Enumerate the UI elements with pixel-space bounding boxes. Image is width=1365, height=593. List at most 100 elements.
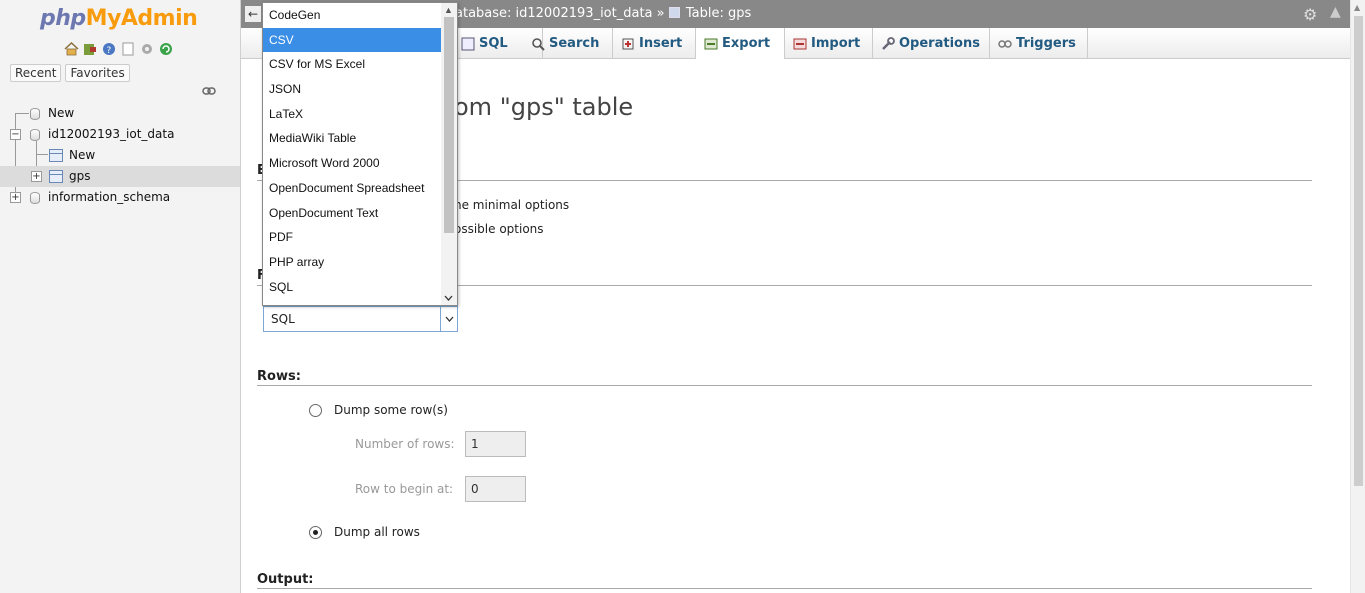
number-of-rows-label: Number of rows: <box>355 437 455 451</box>
recent-favorites-tabs: Recent Favorites <box>10 64 130 82</box>
page-scrollbar[interactable]: ▲ <box>1350 0 1365 593</box>
reload-icon[interactable] <box>158 41 174 57</box>
tab-label: Insert <box>639 36 683 51</box>
format-option-json[interactable]: JSON <box>263 77 441 102</box>
dump-all-rows-radio[interactable] <box>309 526 322 539</box>
wrench-icon <box>880 36 896 52</box>
logo-my-text: My <box>85 6 122 31</box>
docs-icon[interactable] <box>120 41 136 57</box>
format-option-csv[interactable]: CSV <box>263 27 441 53</box>
row-begin-label: Row to begin at: <box>355 482 454 496</box>
scroll-up-icon[interactable]: ▲ <box>1354 3 1360 12</box>
rows-heading: Rows: <box>257 369 301 384</box>
format-option-mediawiki[interactable]: MediaWiki Table <box>263 126 441 151</box>
recent-tab[interactable]: Recent <box>10 64 62 82</box>
expand-icon[interactable]: + <box>31 171 42 182</box>
tree-item-table-new[interactable]: New <box>0 145 240 166</box>
dropdown-scrollbar[interactable]: ▲ <box>441 3 457 305</box>
breadcrumb-table[interactable]: Table: gps <box>686 6 751 21</box>
format-option-pdf[interactable]: PDF <box>263 225 441 250</box>
section-divider <box>257 588 1312 589</box>
favorites-tab[interactable]: Favorites <box>65 64 130 82</box>
tree-item-label: New <box>48 106 75 120</box>
nav-icon-bar: ? <box>63 41 174 57</box>
tab-search[interactable]: Search <box>523 28 613 59</box>
help-icon[interactable]: ? <box>101 41 117 57</box>
gear-icon[interactable]: ⚙ <box>1303 5 1317 24</box>
tab-import[interactable]: Import <box>785 28 873 59</box>
tree-item-new[interactable]: New <box>0 103 240 124</box>
page-title: om "gps" table <box>454 93 634 121</box>
tree-item-label: id12002193_iot_data <box>48 127 175 141</box>
triggers-icon <box>997 36 1013 52</box>
output-heading: Output: <box>257 572 314 587</box>
dump-some-rows-radio[interactable] <box>309 404 322 417</box>
dropdown-scroll-thumb[interactable] <box>444 17 454 233</box>
tab-label: Operations <box>899 36 980 51</box>
insert-icon <box>620 36 636 52</box>
tree-item-db-iot-data[interactable]: − id12002193_iot_data <box>0 124 240 145</box>
table-icon <box>49 170 63 183</box>
tree-item-db-information-schema[interactable]: + information_schema <box>0 187 240 208</box>
exit-icon[interactable] <box>82 41 98 57</box>
breadcrumb: atabase: id12002193_iot_data » Table: gp… <box>455 6 751 21</box>
table-icon <box>668 7 680 18</box>
tab-triggers[interactable]: Triggers <box>990 28 1088 59</box>
format-option-php-array[interactable]: PHP array <box>263 250 441 275</box>
sql-icon <box>460 36 476 52</box>
row-begin-input[interactable]: 0 <box>465 476 526 502</box>
tab-label: SQL <box>479 36 508 51</box>
home-icon[interactable] <box>63 41 79 57</box>
navigation-panel: phpMyAdmin ? Recent Favorites New − id12… <box>0 0 241 593</box>
tab-operations[interactable]: Operations <box>873 28 990 59</box>
svg-text:?: ? <box>107 46 112 56</box>
dump-all-rows-label[interactable]: Dump all rows <box>334 525 420 539</box>
page-scroll-thumb[interactable] <box>1354 16 1363 486</box>
format-option-odt[interactable]: OpenDocument Text <box>263 201 441 226</box>
settings-icon[interactable] <box>139 41 155 57</box>
scroll-down-icon[interactable] <box>444 293 453 303</box>
tab-label: Search <box>549 36 600 51</box>
format-option-sql[interactable]: SQL <box>263 275 441 300</box>
tree-item-label: information_schema <box>48 190 171 204</box>
new-db-icon <box>30 108 40 120</box>
collapse-icon[interactable]: − <box>10 129 21 140</box>
new-table-icon <box>49 149 63 162</box>
tab-insert[interactable]: Insert <box>613 28 696 59</box>
quick-export-option[interactable]: he minimal options <box>454 198 569 212</box>
logo-admin-text: Admin <box>120 6 198 31</box>
tab-export[interactable]: Export <box>696 28 785 60</box>
format-option-csv-excel[interactable]: CSV for MS Excel <box>263 52 441 77</box>
format-option-codegen[interactable]: CodeGen <box>263 3 441 28</box>
format-option-latex[interactable]: LaTeX <box>263 102 441 127</box>
tree-item-table-gps[interactable]: + gps <box>0 166 240 187</box>
chevron-down-icon[interactable] <box>440 307 457 331</box>
tree-item-label: New <box>69 148 96 162</box>
number-of-rows-input[interactable]: 1 <box>465 431 526 457</box>
tab-label: Triggers <box>1016 36 1076 51</box>
tab-label: Import <box>811 36 861 51</box>
format-selected-value: SQL <box>271 312 295 326</box>
scroll-up-icon[interactable]: ▲ <box>444 5 453 15</box>
custom-export-option[interactable]: ossible options <box>454 222 544 236</box>
breadcrumb-database[interactable]: atabase: id12002193_iot_data » <box>455 6 665 21</box>
search-icon <box>530 36 546 52</box>
tab-label: Export <box>722 36 771 51</box>
format-option-ods[interactable]: OpenDocument Spreadsheet <box>263 176 441 201</box>
export-icon <box>703 36 719 52</box>
dump-some-rows-label[interactable]: Dump some row(s) <box>334 403 448 417</box>
tree-item-label: gps <box>69 169 91 183</box>
format-dropdown-list: CodeGen CSV CSV for MS Excel JSON LaTeX … <box>262 2 458 306</box>
phpmyadmin-logo[interactable]: phpMyAdmin <box>40 6 198 31</box>
format-select[interactable]: SQL <box>263 306 458 332</box>
database-icon <box>30 192 40 204</box>
format-option-word[interactable]: Microsoft Word 2000 <box>263 151 441 176</box>
expand-icon[interactable]: + <box>10 192 21 203</box>
import-icon <box>792 36 808 52</box>
section-divider <box>257 385 1312 386</box>
collapse-top-icon[interactable]: ▲ <box>1330 4 1341 20</box>
database-icon <box>30 129 40 141</box>
link-panel-icon[interactable] <box>202 85 216 95</box>
back-arrow-icon[interactable]: ← <box>245 6 261 22</box>
logo-php-text: php <box>40 6 86 31</box>
